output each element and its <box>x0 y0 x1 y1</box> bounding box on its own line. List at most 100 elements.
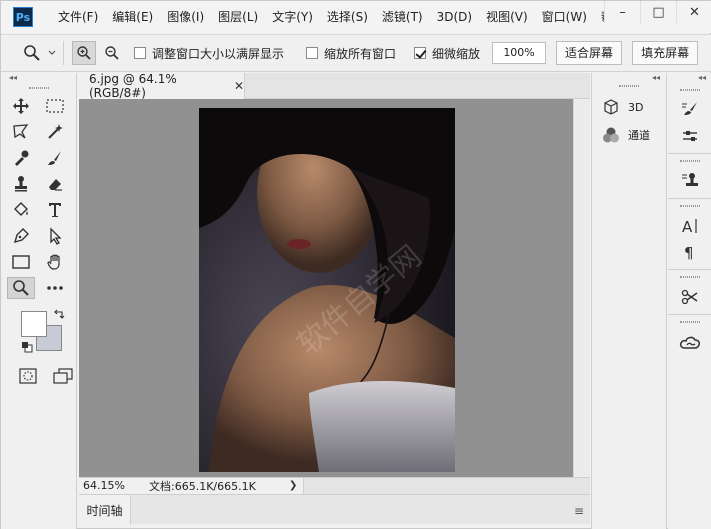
panel-item-channels[interactable]: 通道 <box>592 121 666 149</box>
zoom-tool-icon <box>24 45 40 61</box>
photo-content: 软件自学网 <box>199 108 455 472</box>
zoom-out-button[interactable] <box>100 41 124 65</box>
menu-edit[interactable]: 编辑(E) <box>105 1 160 33</box>
stamp-tool[interactable] <box>7 173 35 195</box>
fill-screen-button[interactable]: 填充屏幕 <box>632 41 699 65</box>
collapse-dock-icon[interactable]: ◂◂ <box>592 73 666 83</box>
character-icon: A <box>682 218 697 235</box>
timeline-tab[interactable]: 时间轴 <box>79 495 131 525</box>
timeline-panel: 时间轴 ≡ <box>79 494 590 525</box>
scissors-icon <box>681 289 698 305</box>
panel-grip[interactable] <box>619 85 639 87</box>
path-select-tool[interactable] <box>41 225 69 247</box>
brush-settings-button[interactable] <box>668 97 711 123</box>
close-window-button[interactable]: ✕ <box>676 1 711 23</box>
clone-source-icon <box>682 173 698 186</box>
arrow-pointer-icon <box>50 227 62 245</box>
swap-colors-icon[interactable] <box>53 309 65 321</box>
paragraph-panel-button[interactable]: ¶ <box>668 239 711 265</box>
panel-grip[interactable] <box>680 89 700 91</box>
collapse-panel-icon[interactable]: ◂◂ <box>1 73 76 85</box>
quick-mask-button[interactable] <box>15 365 42 387</box>
zoom-in-button[interactable] <box>72 41 96 65</box>
collapse-right-dock-icon[interactable]: ◂◂ <box>668 73 711 83</box>
menu-view[interactable]: 视图(V) <box>479 1 535 33</box>
ellipsis-icon <box>47 286 63 290</box>
vertical-scrollbar[interactable] <box>573 99 590 477</box>
menu-select[interactable]: 选择(S) <box>320 1 375 33</box>
tool-presets-button[interactable] <box>668 284 711 310</box>
resize-windows-checkbox[interactable]: 调整窗口大小以满屏显示 <box>134 45 284 62</box>
panel-grip[interactable] <box>680 276 700 278</box>
screen-mode-button[interactable] <box>50 365 77 387</box>
document-image: 软件自学网 <box>199 108 455 472</box>
panel-grip[interactable] <box>680 160 700 162</box>
chevron-down-icon <box>48 50 56 55</box>
hand-tool[interactable] <box>41 251 69 273</box>
panel-grip[interactable] <box>28 87 49 89</box>
horizontal-scrollbar[interactable] <box>303 477 590 494</box>
status-zoom[interactable]: 64.15% <box>79 479 149 492</box>
libraries-button[interactable] <box>668 329 711 355</box>
clone-stamp-icon <box>15 176 27 192</box>
brush-tool[interactable] <box>41 147 69 169</box>
scrubby-zoom-checkbox[interactable]: 细微缩放 <box>414 45 480 62</box>
zoom-tool[interactable] <box>7 277 35 299</box>
zoom-all-checkbox[interactable]: 缩放所有窗口 <box>306 45 396 62</box>
magic-wand-tool[interactable] <box>41 121 69 143</box>
eraser-tool[interactable] <box>41 173 69 195</box>
menu-file[interactable]: 文件(F) <box>51 1 105 33</box>
panel-grip[interactable] <box>680 205 700 207</box>
tools-panel: ◂◂ <box>1 73 77 529</box>
brush-presets-button[interactable] <box>668 123 711 149</box>
options-bar: 调整窗口大小以满屏显示 缩放所有窗口 细微缩放 100% 适合屏幕 填充屏幕 <box>1 34 711 72</box>
panel-item-3d[interactable]: 3D <box>592 93 666 121</box>
close-tab-icon[interactable]: ✕ <box>234 79 244 93</box>
marquee-tool[interactable] <box>41 95 69 117</box>
zoom-percentage-field[interactable]: 100% <box>492 42 547 64</box>
pen-tool[interactable] <box>7 225 35 247</box>
panel-menu-icon[interactable]: ≡ <box>574 504 584 518</box>
move-tool[interactable] <box>7 95 35 117</box>
resize-windows-box[interactable] <box>134 47 146 59</box>
more-tools[interactable] <box>41 277 69 299</box>
zoom-icon <box>13 280 29 296</box>
eyedropper-icon <box>15 150 29 166</box>
character-panel-button[interactable]: A <box>668 213 711 239</box>
document-tab[interactable]: 6.jpg @ 64.1%(RGB/8#) ✕ <box>79 72 245 100</box>
window-controls: – □ ✕ <box>604 1 711 23</box>
marquee-icon <box>46 99 64 113</box>
brush-icon <box>48 151 61 165</box>
eyedropper-tool[interactable] <box>7 147 35 169</box>
paint-bucket-tool[interactable] <box>7 199 35 221</box>
rectangle-tool[interactable] <box>7 251 35 273</box>
canvas-area[interactable]: 软件自学网 <box>79 99 573 477</box>
clone-source-button[interactable] <box>668 168 711 194</box>
fit-screen-button[interactable]: 适合屏幕 <box>556 41 623 65</box>
zoom-all-box[interactable] <box>306 47 319 59</box>
menu-type[interactable]: 文字(Y) <box>265 1 320 33</box>
scrubby-zoom-box[interactable] <box>414 47 427 59</box>
minimize-button[interactable]: – <box>604 1 640 23</box>
panel-grip[interactable] <box>680 321 700 323</box>
menu-window[interactable]: 窗口(W) <box>535 1 594 33</box>
menu-filter[interactable]: 滤镜(T) <box>375 1 430 33</box>
adjustments-icon <box>683 131 697 141</box>
ps-logo: Ps <box>13 7 33 27</box>
maximize-button[interactable]: □ <box>640 1 676 23</box>
menu-layer[interactable]: 图层(L) <box>211 1 265 33</box>
scrubby-zoom-label: 细微缩放 <box>432 46 481 61</box>
foreground-color-swatch[interactable] <box>21 311 47 337</box>
zoom-out-icon <box>105 46 119 60</box>
type-tool[interactable] <box>41 199 69 221</box>
lasso-tool[interactable] <box>7 121 35 143</box>
document-tab-title: 6.jpg @ 64.1%(RGB/8#) <box>89 72 177 100</box>
lasso-icon <box>13 124 29 139</box>
menu-3d[interactable]: 3D(D) <box>430 1 479 33</box>
svg-text:A: A <box>682 218 693 235</box>
menu-image[interactable]: 图像(I) <box>160 1 211 33</box>
default-colors-icon[interactable] <box>21 341 33 353</box>
tool-preset-picker[interactable] <box>23 44 57 62</box>
zoom-in-icon <box>77 46 91 60</box>
status-menu-arrow[interactable]: ❯ <box>289 480 303 491</box>
